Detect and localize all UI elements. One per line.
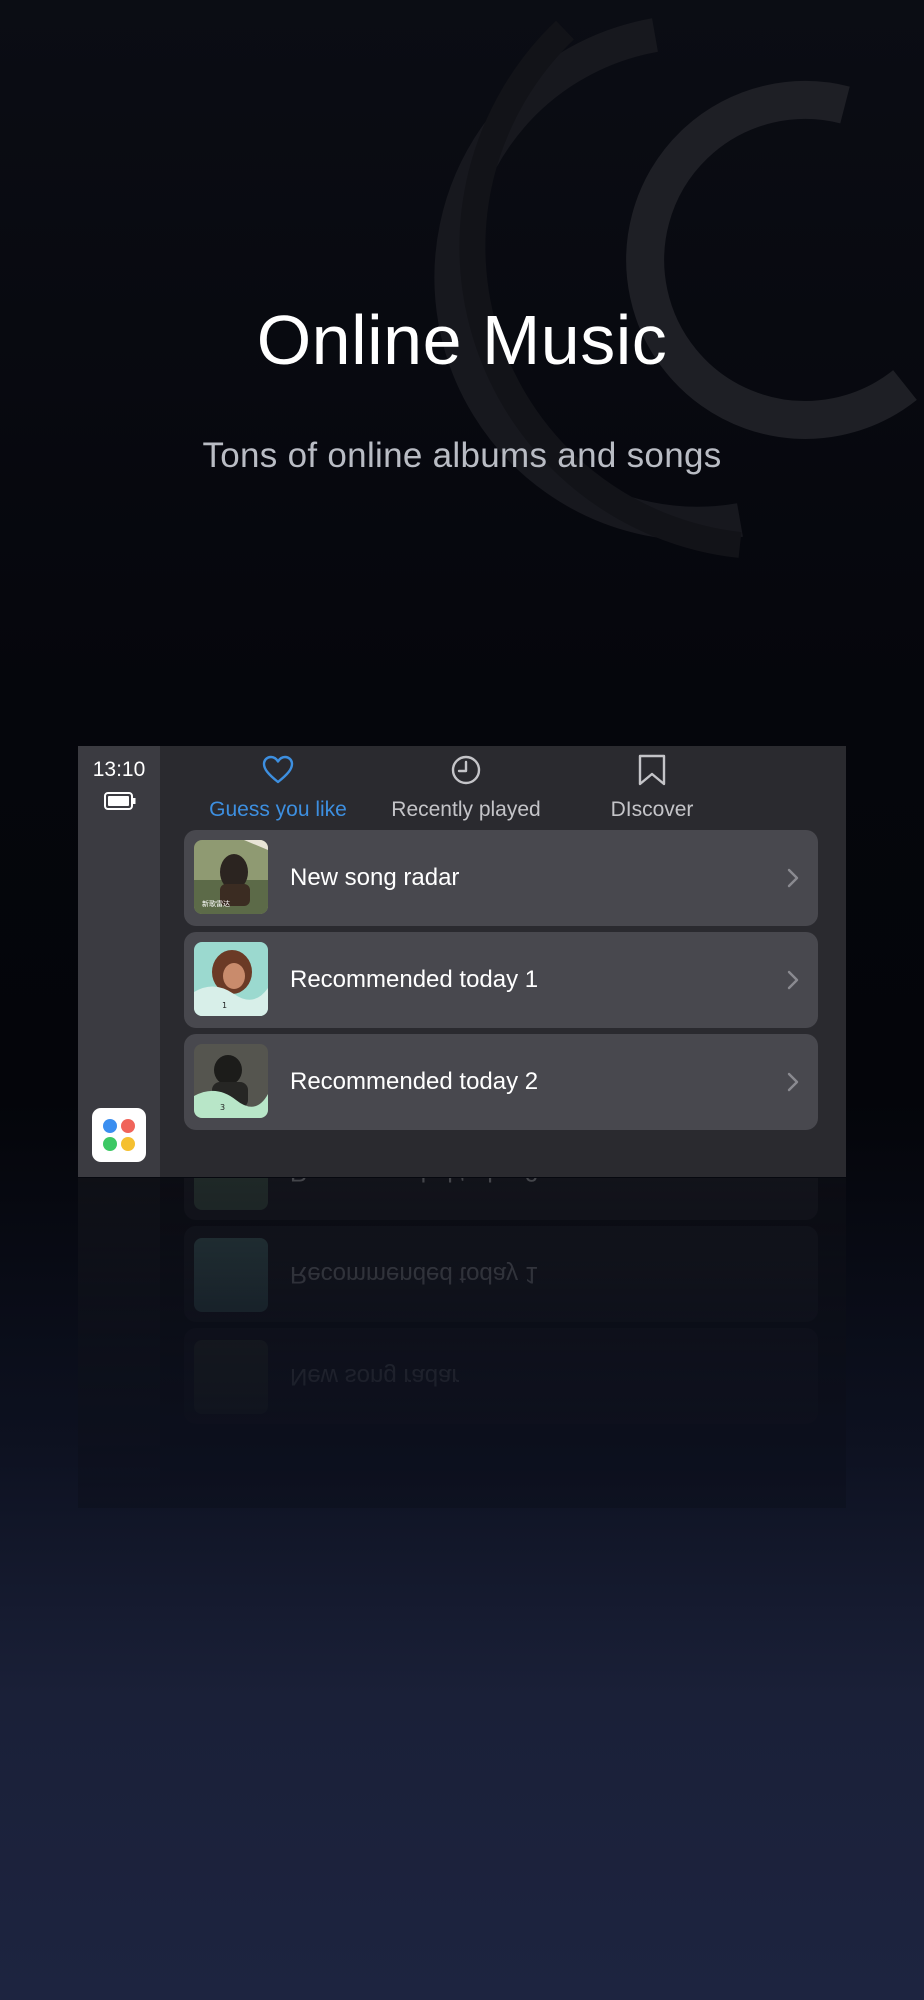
cover-caption: 新歌雷达	[202, 899, 230, 908]
logo-arcs-decoration	[434, 18, 917, 558]
reflection-fade	[78, 1178, 846, 1508]
tab-label: Recently played	[391, 798, 541, 821]
album-cover-image: 1	[194, 942, 268, 1016]
tab-label: Guess you like	[209, 798, 347, 821]
list-item-title: Recommended today 1	[290, 966, 539, 993]
app-launcher-button[interactable]	[92, 1108, 146, 1162]
chevron-right-icon	[787, 1072, 799, 1092]
bookmark-icon	[638, 754, 666, 786]
heart-icon	[262, 755, 294, 784]
launcher-dot-yellow	[121, 1137, 135, 1151]
page-title: Online Music	[256, 301, 668, 379]
launcher-dot-red	[121, 1119, 135, 1133]
list-item[interactable]: 3 Recommended today 2	[184, 1034, 818, 1130]
tab-recently-played[interactable]: Recently played	[376, 746, 556, 826]
battery-icon	[104, 792, 136, 810]
tab-bar: Guess you like Recently played DIscover	[160, 746, 846, 826]
clock-time: 13:10	[92, 758, 146, 781]
album-cover-image: 新歌雷达	[194, 840, 268, 914]
screen-reflection: New song radar Recommended today 1 Recom…	[78, 1178, 846, 1508]
tab-guess-you-like[interactable]: Guess you like	[198, 746, 358, 826]
launcher-dot-green	[103, 1137, 117, 1151]
clock-icon	[451, 755, 481, 785]
chevron-right-icon	[787, 868, 799, 888]
tab-discover[interactable]: DIscover	[572, 746, 732, 826]
car-screen: 13:10 Guess you like Recently played DIs…	[78, 746, 846, 1177]
page-subtitle: Tons of online albums and songs	[202, 436, 722, 475]
chevron-right-icon	[787, 970, 799, 990]
list-item-title: New song radar	[290, 864, 460, 891]
status-sidebar: 13:10	[78, 746, 160, 1177]
cover-caption: 1	[222, 1001, 227, 1010]
playlist-list: 新歌雷达 New song radar 1 Recommended today …	[184, 830, 818, 1136]
album-cover-image: 3	[194, 1044, 268, 1118]
list-item[interactable]: 1 Recommended today 1	[184, 932, 818, 1028]
cover-caption: 3	[220, 1103, 225, 1112]
tab-label: DIscover	[610, 798, 694, 821]
list-item[interactable]: 新歌雷达 New song radar	[184, 830, 818, 926]
list-item-title: Recommended today 2	[290, 1068, 539, 1095]
launcher-dot-blue	[103, 1119, 117, 1133]
